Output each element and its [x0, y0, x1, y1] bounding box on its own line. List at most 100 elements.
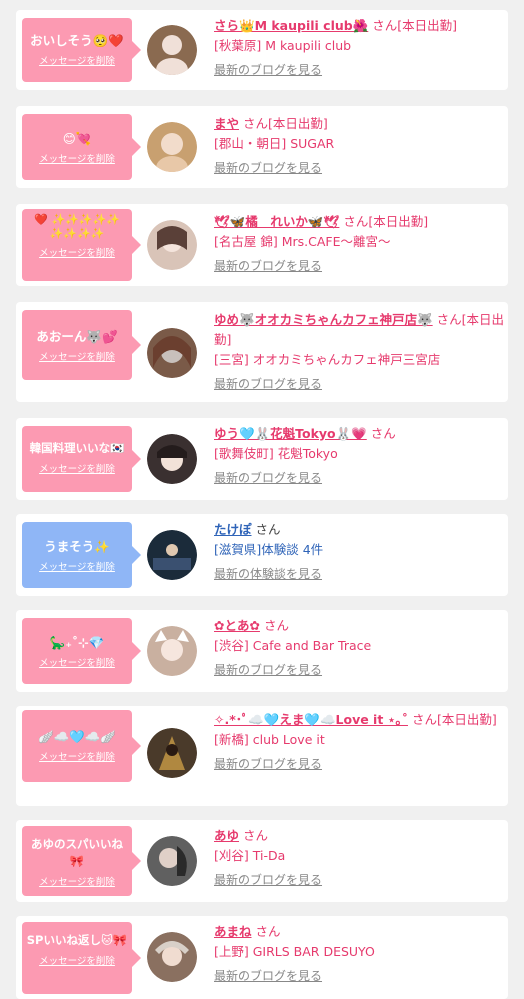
- avatar-image: [147, 836, 197, 886]
- message-bubble: ❤️ ✨✨✨✨✨ ✨✨✨✨ メッセージを削除: [22, 209, 141, 281]
- entry-info: ゆめ🐺オオカミちゃんカフェ神戸店🐺 さん[本日出勤] [三宮] オオカミちゃんカ…: [214, 310, 504, 394]
- shop-name: [新橋] club Love it: [214, 732, 325, 747]
- message-bubble: おいしそう🥺❤️ メッセージを削除: [22, 18, 141, 82]
- delete-message-button[interactable]: メッセージを削除: [39, 876, 115, 890]
- review-link[interactable]: 最新の体験談を見る: [214, 564, 322, 584]
- avatar[interactable]: [147, 220, 197, 270]
- avatar[interactable]: [147, 122, 197, 172]
- message-text: あおーん🐺💕: [36, 329, 118, 344]
- list-item: うまそう✨ メッセージを削除 たけぽ さん [滋賀県]体験談 4件 最新の体験談…: [16, 514, 508, 596]
- user-status: さん[本日出勤]: [243, 116, 328, 131]
- message-text: 韓国料理いいな🇰🇷: [29, 441, 125, 455]
- user-name-link[interactable]: ゆう🩵🐰花魁Tokyo🐰💗: [214, 426, 367, 441]
- avatar-image: [147, 530, 197, 580]
- message-text: SPいいね返し🐱🎀: [26, 933, 128, 947]
- user-name-link[interactable]: ゆめ🐺オオカミちゃんカフェ神戸店🐺: [214, 312, 433, 327]
- delete-message-button[interactable]: メッセージを削除: [39, 247, 115, 261]
- avatar-image: [147, 328, 197, 378]
- shop-name: [滋賀県]体験談 4件: [214, 542, 324, 557]
- user-status: さん: [370, 426, 396, 441]
- entry-info: さら👑M kaupili club🌺 さん[本日出勤] [秋葉原] M kaup…: [214, 16, 504, 80]
- message-text: うまそう✨: [44, 539, 110, 554]
- list-item: 🦕₊˚⊹💎 メッセージを削除 ✿とあ✿ さん [渋谷] Cafe and Bar…: [16, 610, 508, 692]
- blog-link[interactable]: 最新のブログを見る: [214, 158, 322, 178]
- message-bubble: 🦕₊˚⊹💎 メッセージを削除: [22, 618, 141, 684]
- user-status: さん: [263, 618, 289, 633]
- shop-name: [三宮] オオカミちゃんカフェ神戸三宮店: [214, 352, 441, 367]
- shop-name: [名古屋 錦] Mrs.CAFE〜離宮〜: [214, 234, 391, 249]
- message-bubble: あゆのスパいいね🎀 メッセージを削除: [22, 826, 141, 896]
- user-status: さん: [243, 828, 269, 843]
- user-name-link[interactable]: ✧.*･ﾟ☁️🩵えま🩵☁️Love it ⋆｡˚: [214, 712, 408, 727]
- delete-message-button[interactable]: メッセージを削除: [39, 657, 115, 671]
- message-text: おいしそう🥺❤️: [30, 33, 124, 48]
- user-name-link[interactable]: あゆ: [214, 828, 239, 843]
- entry-info: あまね さん [上野] GIRLS BAR DESUYO 最新のブログを見る: [214, 922, 504, 986]
- avatar[interactable]: [147, 836, 197, 886]
- blog-link[interactable]: 最新のブログを見る: [214, 870, 322, 890]
- avatar[interactable]: [147, 728, 197, 778]
- avatar-image: [147, 122, 197, 172]
- message-bubble: あおーん🐺💕 メッセージを削除: [22, 310, 141, 380]
- list-item: 😊💘 メッセージを削除 まや さん[本日出勤] [郡山・朝日] SUGAR 最新…: [16, 106, 508, 188]
- entry-info: まや さん[本日出勤] [郡山・朝日] SUGAR 最新のブログを見る: [214, 114, 504, 178]
- message-list: おいしそう🥺❤️ メッセージを削除 さら👑M kaupili club🌺 さん[…: [0, 0, 524, 999]
- list-item: 韓国料理いいな🇰🇷 メッセージを削除 ゆう🩵🐰花魁Tokyo🐰💗 さん [歌舞伎…: [16, 418, 508, 500]
- avatar-image: [147, 728, 197, 778]
- blog-link[interactable]: 最新のブログを見る: [214, 660, 322, 680]
- delete-message-button[interactable]: メッセージを削除: [39, 955, 115, 969]
- blog-link[interactable]: 最新のブログを見る: [214, 256, 322, 276]
- delete-message-button[interactable]: メッセージを削除: [39, 55, 115, 69]
- user-status: さん[本日出勤]: [343, 214, 429, 229]
- entry-info: 🕊🦋橘 れいか🦋🕊 さん[本日出勤] [名古屋 錦] Mrs.CAFE〜離宮〜 …: [214, 212, 504, 276]
- blog-link[interactable]: 最新のブログを見る: [214, 374, 322, 394]
- avatar[interactable]: [147, 25, 197, 75]
- message-text: あゆのスパいいね🎀: [31, 837, 123, 868]
- delete-message-button[interactable]: メッセージを削除: [39, 561, 115, 575]
- entry-info: ゆう🩵🐰花魁Tokyo🐰💗 さん [歌舞伎町] 花魁Tokyo 最新のブログを見…: [214, 424, 504, 488]
- user-status: さん[本日出勤]: [372, 18, 458, 33]
- entry-info: ✿とあ✿ さん [渋谷] Cafe and Bar Trace 最新のブログを見…: [214, 616, 504, 680]
- delete-message-button[interactable]: メッセージを削除: [39, 153, 115, 167]
- delete-message-button[interactable]: メッセージを削除: [39, 751, 115, 765]
- message-bubble: うまそう✨ メッセージを削除: [22, 522, 141, 588]
- user-name-link[interactable]: あまね: [214, 924, 252, 939]
- shop-name: [上野] GIRLS BAR DESUYO: [214, 944, 375, 959]
- avatar[interactable]: [147, 328, 197, 378]
- user-name-link[interactable]: まや: [214, 116, 239, 131]
- user-name-link[interactable]: 🕊🦋橘 れいか🦋🕊: [214, 214, 339, 229]
- blog-link[interactable]: 最新のブログを見る: [214, 966, 322, 986]
- user-name-link[interactable]: さら👑M kaupili club🌺: [214, 18, 368, 33]
- blog-link[interactable]: 最新のブログを見る: [214, 60, 322, 80]
- avatar[interactable]: [147, 530, 197, 580]
- list-item: ❤️ ✨✨✨✨✨ ✨✨✨✨ メッセージを削除 🕊🦋橘 れいか🦋🕊 さん[本日出勤…: [16, 204, 508, 286]
- shop-name: [刈谷] Ti-Da: [214, 848, 286, 863]
- entry-info: たけぽ さん [滋賀県]体験談 4件 最新の体験談を見る: [214, 520, 504, 584]
- list-item: おいしそう🥺❤️ メッセージを削除 さら👑M kaupili club🌺 さん[…: [16, 10, 508, 90]
- avatar[interactable]: [147, 626, 197, 676]
- user-name-link[interactable]: たけぽ: [214, 522, 252, 537]
- delete-message-button[interactable]: メッセージを削除: [39, 351, 115, 365]
- shop-name: [秋葉原] M kaupili club: [214, 38, 352, 53]
- message-bubble: SPいいね返し🐱🎀 メッセージを削除: [22, 922, 141, 994]
- list-item: 🪽☁️🩵☁️🪽 メッセージを削除 ✧.*･ﾟ☁️🩵えま🩵☁️Love it ⋆｡…: [16, 706, 508, 806]
- entry-info: あゆ さん [刈谷] Ti-Da 最新のブログを見る: [214, 826, 504, 890]
- list-item: あおーん🐺💕 メッセージを削除 ゆめ🐺オオカミちゃんカフェ神戸店🐺 さん[本日出…: [16, 302, 508, 402]
- message-bubble: 韓国料理いいな🇰🇷 メッセージを削除: [22, 426, 141, 492]
- avatar[interactable]: [147, 434, 197, 484]
- user-status: さん: [255, 924, 281, 939]
- message-text: ❤️ ✨✨✨✨✨ ✨✨✨✨: [33, 213, 120, 240]
- shop-name: [歌舞伎町] 花魁Tokyo: [214, 446, 338, 461]
- message-bubble: 🪽☁️🩵☁️🪽 メッセージを削除: [22, 710, 141, 782]
- blog-link[interactable]: 最新のブログを見る: [214, 468, 322, 488]
- message-text: 🦕₊˚⊹💎: [49, 635, 105, 650]
- shop-name: [渋谷] Cafe and Bar Trace: [214, 638, 372, 653]
- delete-message-button[interactable]: メッセージを削除: [39, 463, 115, 477]
- avatar-image: [147, 932, 197, 982]
- list-item: SPいいね返し🐱🎀 メッセージを削除 あまね さん [上野] GIRLS BAR…: [16, 916, 508, 999]
- blog-link[interactable]: 最新のブログを見る: [214, 754, 322, 774]
- avatar[interactable]: [147, 932, 197, 982]
- message-text: 🪽☁️🩵☁️🪽: [38, 729, 116, 744]
- user-name-link[interactable]: ✿とあ✿: [214, 618, 260, 633]
- avatar-image: [147, 626, 197, 676]
